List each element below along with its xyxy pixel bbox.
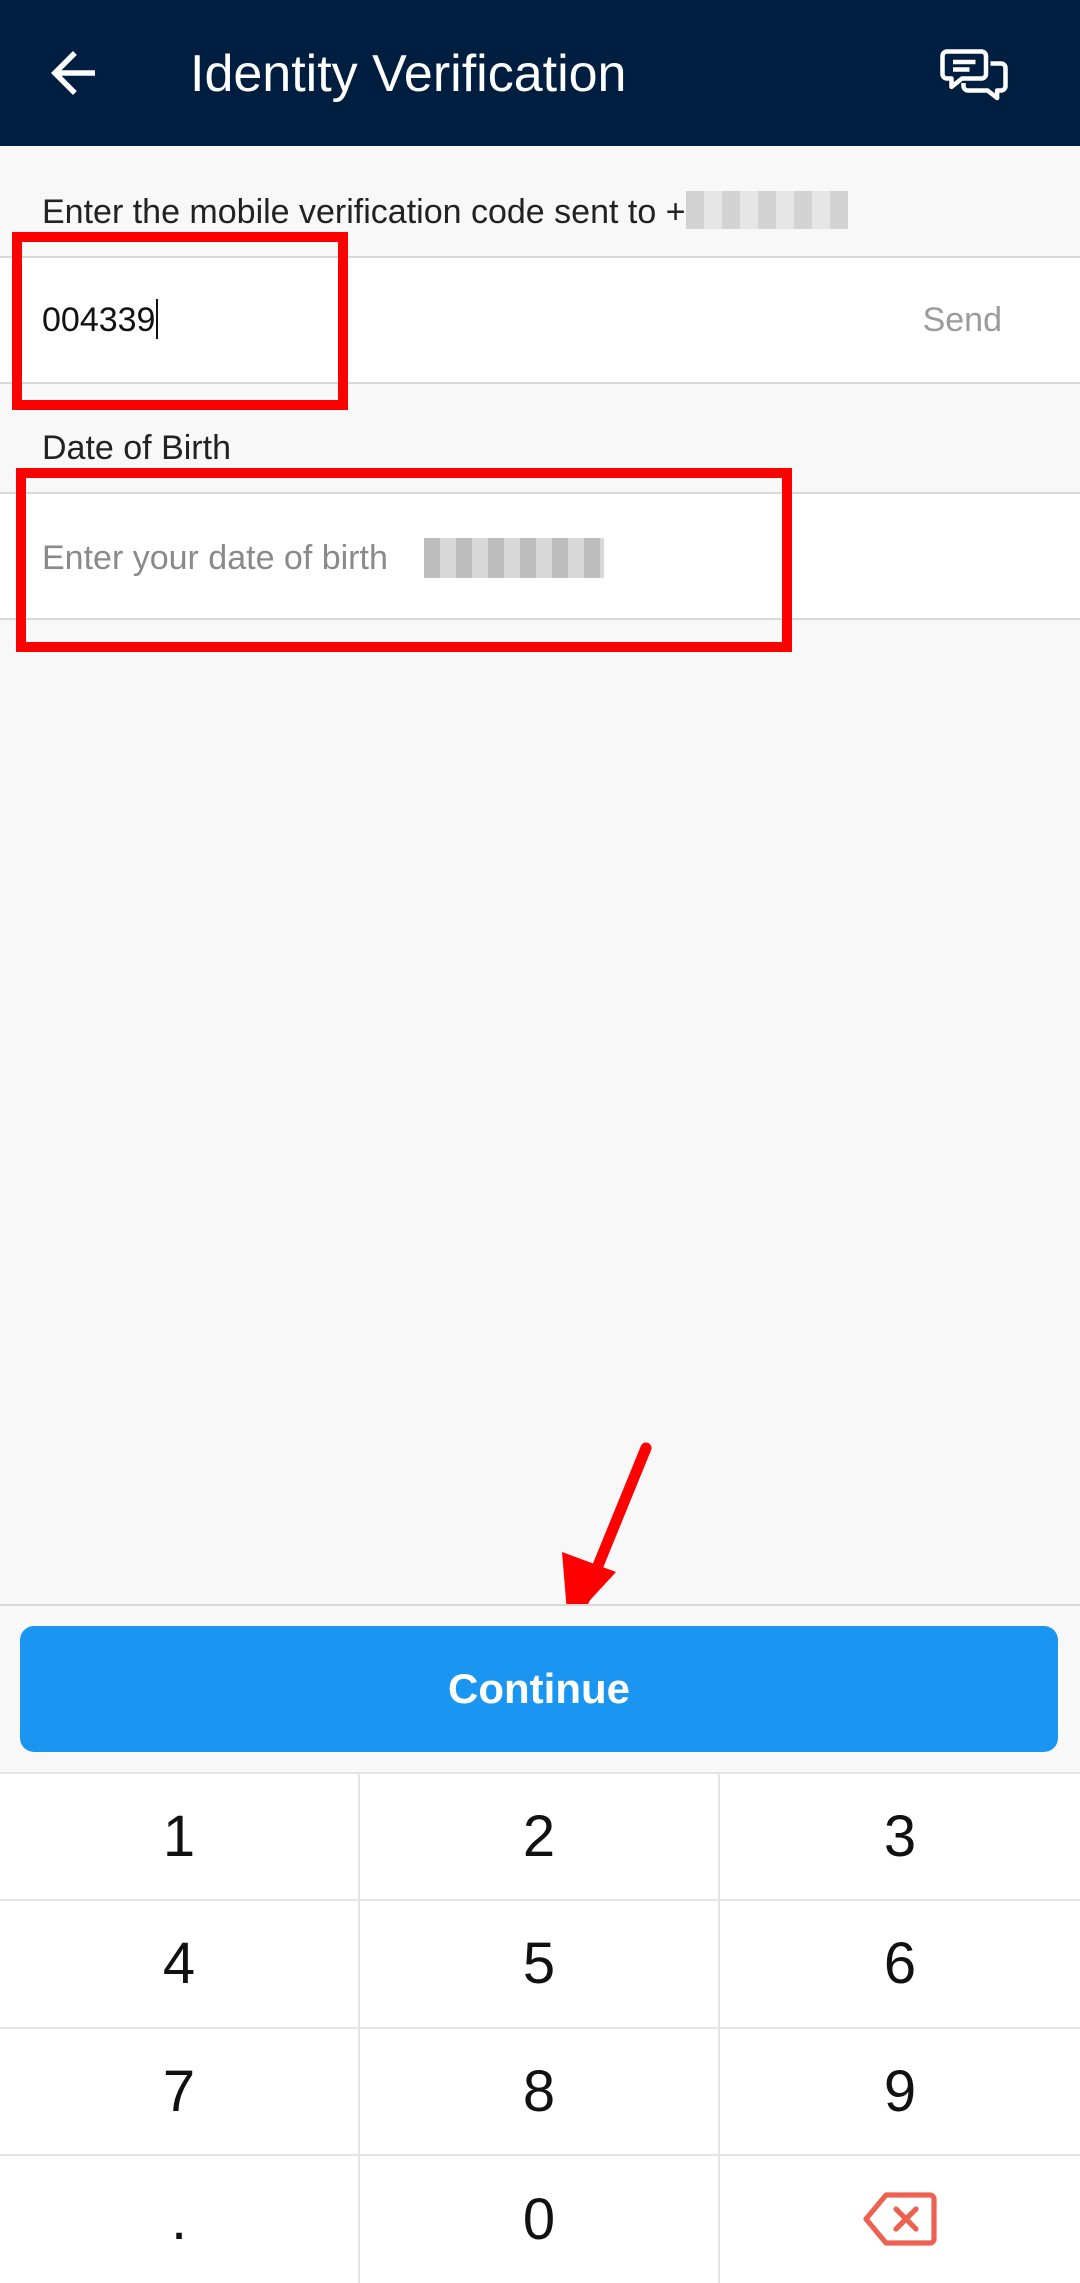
key-decimal[interactable]: . (0, 2155, 360, 2283)
arrow-left-icon[interactable] (40, 40, 106, 106)
backspace-icon (863, 2192, 937, 2246)
send-code-button[interactable]: Send (923, 298, 1002, 342)
key-8[interactable]: 8 (360, 2028, 720, 2156)
annotation-arrow (562, 1442, 652, 1624)
key-2[interactable]: 2 (360, 1774, 720, 1902)
key-4[interactable]: 4 (0, 1901, 360, 2029)
key-1[interactable]: 1 (0, 1774, 360, 1902)
verification-prompt: Enter the mobile verification code sent … (42, 186, 848, 238)
delete-key[interactable] (720, 2156, 1080, 2283)
key-3[interactable]: 3 (720, 1774, 1080, 1902)
key-6[interactable]: 6 (720, 1901, 1080, 2029)
highlight-box-code (12, 232, 348, 410)
key-0[interactable]: 0 (360, 2155, 720, 2283)
app-bar: Identity Verification (0, 0, 1080, 146)
numeric-keypad: 1 2 3 4 5 6 7 8 9 . 0 (0, 1772, 1080, 2283)
dob-label: Date of Birth (42, 429, 231, 467)
continue-button[interactable]: Continue (20, 1626, 1058, 1752)
key-9[interactable]: 9 (720, 2029, 1080, 2156)
page-title: Identity Verification (190, 45, 627, 103)
redacted-phone-number (685, 191, 848, 229)
highlight-box-dob (16, 468, 792, 652)
key-7[interactable]: 7 (0, 2028, 360, 2156)
chat-bubbles-icon[interactable] (938, 38, 1010, 110)
key-5[interactable]: 5 (360, 1901, 720, 2029)
